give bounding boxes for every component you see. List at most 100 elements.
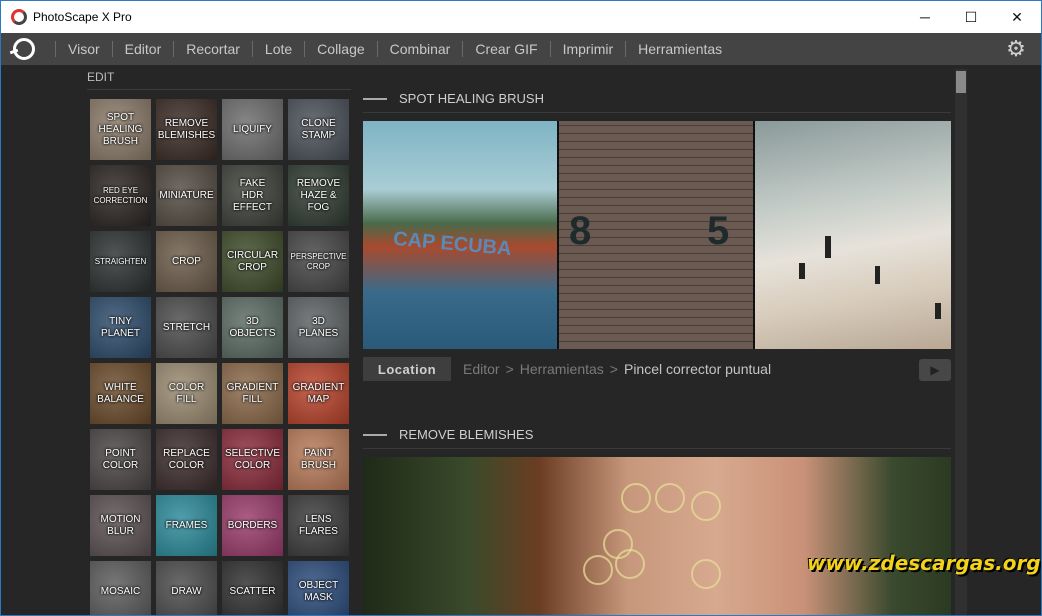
example-photos: CAP ECUBA 8 5 [363,121,951,349]
tool-label: SPOT HEALING BRUSH [98,111,143,147]
tool-label: SELECTIVE COLOR [224,447,281,471]
tool-tile[interactable]: 3D PLANES [288,297,349,358]
section-header: SPOT HEALING BRUSH [363,91,544,106]
menu-item-editor[interactable]: Editor [100,41,162,57]
tool-tile[interactable]: PAINT BRUSH [288,429,349,490]
home-logo-icon[interactable] [13,38,35,60]
tool-tile[interactable]: TINY PLANET [90,297,151,358]
tool-tile[interactable]: CIRCULAR CROP [222,231,283,292]
tool-tile[interactable]: GRADIENT FILL [222,363,283,424]
tool-label: REPLACE COLOR [163,447,210,471]
tool-label: TINY PLANET [101,315,140,339]
tool-tile[interactable]: OBJECT MASK [288,561,349,615]
boat-lettering: CAP ECUBA [392,227,513,261]
breadcrumb-current: Pincel corrector puntual [623,361,772,377]
tool-tile[interactable]: 3D OBJECTS [222,297,283,358]
app-logo-icon [11,9,27,25]
tool-label: CIRCULAR CROP [226,249,279,273]
tool-tile[interactable]: BORDERS [222,495,283,556]
wall-number-8: 8 [569,209,592,253]
menu-separator [173,41,175,57]
watermark-text: www.zdescargas.org [807,551,1041,575]
tool-tile[interactable]: STRETCH [156,297,217,358]
blemish-example-photo [363,457,951,615]
tool-label: CLONE STAMP [301,117,336,141]
menu-item-label: Collage [317,41,365,57]
gear-icon[interactable]: ⚙ [1005,38,1027,60]
tool-tile[interactable]: REPLACE COLOR [156,429,217,490]
maximize-button[interactable]: ☐ [948,1,994,33]
menu-item-visor[interactable]: Visor [43,41,100,57]
menu-item-label: Lote [264,41,293,57]
tool-tile[interactable]: FRAMES [156,495,217,556]
tool-tile[interactable]: DRAW [156,561,217,615]
section-title: SPOT HEALING BRUSH [399,91,544,106]
menu-item-label: Visor [68,41,100,57]
menu-item-label: Editor [124,41,162,57]
wall-number-5: 5 [707,209,730,253]
tool-tile[interactable]: CLONE STAMP [288,99,349,160]
section-header: REMOVE BLEMISHES [363,427,533,442]
menu-item-recortar[interactable]: Recortar [161,41,240,57]
menu-separator [462,41,464,57]
tool-tile[interactable]: MOSAIC [90,561,151,615]
section-divider [363,448,951,449]
section-divider [363,112,951,113]
menu-separator [376,41,378,57]
menu-item-combinar[interactable]: Combinar [365,41,451,57]
tool-tile[interactable]: FAKE HDR EFFECT [222,165,283,226]
brick-wall-photo: 8 5 [559,121,753,349]
tool-tile[interactable]: REMOVE BLEMISHES [156,99,217,160]
tool-tile[interactable]: LENS FLARES [288,495,349,556]
section-title: REMOVE BLEMISHES [399,427,534,442]
tool-tile[interactable]: MOTION BLUR [90,495,151,556]
breadcrumb-editor[interactable]: Editor [463,361,500,377]
tool-label: PAINT BRUSH [300,447,336,471]
tool-tile[interactable]: LIQUIFY [222,99,283,160]
vertical-scrollbar[interactable] [955,69,967,615]
location-button[interactable]: Location [363,357,451,381]
tool-label: 3D OBJECTS [229,315,276,339]
menu-separator [111,41,113,57]
tool-tile[interactable]: CROP [156,231,217,292]
tool-label: SCATTER [229,585,276,597]
breadcrumb-herramientas[interactable]: Herramientas [520,361,604,377]
menu-item-label: Recortar [186,41,240,57]
menu-item-label: Herramientas [638,41,723,57]
tool-tile[interactable]: COLOR FILL [156,363,217,424]
menu-item-herramientas[interactable]: Herramientas [613,41,722,57]
tool-tile[interactable]: POINT COLOR [90,429,151,490]
tool-label: GRADIENT MAP [292,381,345,405]
tool-label: FAKE HDR EFFECT [233,177,272,213]
tool-label: STRETCH [162,321,211,333]
tool-tile[interactable]: REMOVE HAZE & FOG [288,165,349,226]
tool-tile[interactable]: SELECTIVE COLOR [222,429,283,490]
minimize-button[interactable]: ─ [902,1,948,33]
menu-separator [304,41,306,57]
tool-label: PERSPECTIVE CROP [290,251,347,271]
menu-item-lote[interactable]: Lote [240,41,292,57]
menu-item-crear-gif[interactable]: Crear GIF [450,41,538,57]
tool-label: REMOVE HAZE & FOG [296,177,341,213]
menu-item-label: Crear GIF [475,41,538,57]
scrollbar-thumb[interactable] [956,71,966,93]
tool-tile[interactable]: SCATTER [222,561,283,615]
tool-label: 3D PLANES [298,315,339,339]
menu-item-label: Combinar [389,41,451,57]
tool-tile[interactable]: SPOT HEALING BRUSH [90,99,151,160]
main-content: EDIT SPOT HEALING BRUSH REMOVE BLEMISHES L… [1,65,1041,615]
play-video-icon[interactable]: ▶ [919,359,951,381]
tool-tile[interactable]: PERSPECTIVE CROP [288,231,349,292]
tool-label: MINIATURE [159,189,214,201]
menu-item-collage[interactable]: Collage [292,41,365,57]
tool-tile[interactable]: WHITE BALANCE [90,363,151,424]
menu-item-imprimir[interactable]: Imprimir [538,41,614,57]
tool-tile[interactable]: STRAIGHTEN [90,231,151,292]
tool-tile[interactable]: MINIATURE [156,165,217,226]
location-bar: Location Editor > Herramientas > Pincel co… [363,357,951,381]
tool-tile[interactable]: GRADIENT MAP [288,363,349,424]
close-button[interactable]: ✕ [994,1,1040,33]
tool-tile[interactable]: RED EYE CORRECTION [90,165,151,226]
menu-item-label: Imprimir [562,41,614,57]
menu-separator [251,41,253,57]
